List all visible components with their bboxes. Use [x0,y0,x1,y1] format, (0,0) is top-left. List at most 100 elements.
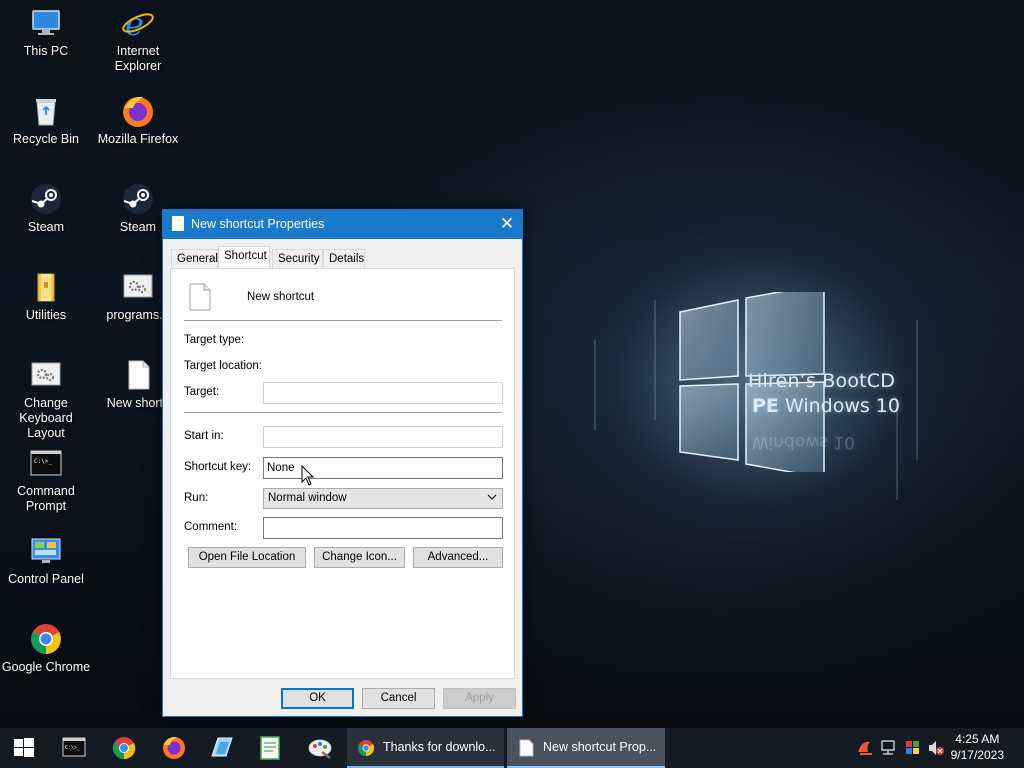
tab-shortcut[interactable]: Shortcut [218,246,270,268]
computer-icon [29,6,63,40]
ok-button[interactable]: OK [281,688,354,709]
run-select-value: Normal window [268,492,347,504]
taskbar-item-chrome-window[interactable]: Thanks for downlo... [347,728,504,768]
cmd-icon: C:\>_ [62,737,86,757]
taskbar-pin-explorer[interactable] [198,728,246,768]
control-panel-icon [29,534,63,568]
advanced-button[interactable]: Advanced... [413,547,503,568]
svg-text:C:\>_: C:\>_ [65,745,81,751]
taskbar-pin-chrome[interactable] [100,728,148,768]
shortcut-tab-panel: New shortcut Target type: Target locatio… [170,268,515,679]
target-location-label: Target location: [184,360,262,372]
taskbar: C:\>_ Thanks for downlo... New shortcut … [0,728,1024,768]
change-icon-button[interactable]: Change Icon... [314,547,405,568]
wallpaper-streak [916,320,918,460]
explorer-icon [211,737,233,757]
blank-file-icon [519,739,534,757]
tab-details[interactable]: Details [323,249,365,268]
folder-icon [29,270,63,304]
desktop-icon-change-keyboard-layout[interactable]: Change Keyboard Layout [0,358,92,441]
start-button[interactable] [0,728,48,768]
taskbar-item-properties-window[interactable]: New shortcut Prop... [507,728,665,768]
firefox-icon [163,736,185,759]
network-utility-icon[interactable] [856,738,874,758]
blank-file-icon [121,358,155,392]
desktop-icon-label: Command Prompt [17,484,75,513]
taskbar-pin-cmd[interactable]: C:\>_ [50,728,98,768]
desktop-icon-google-chrome[interactable]: Google Chrome [0,622,92,675]
notepad-icon [260,736,280,760]
comment-field[interactable] [263,517,503,539]
firefox-icon [121,94,155,128]
paint-icon [308,739,332,759]
wallpaper-title: Hiren’s BootCD [748,370,896,392]
cancel-button[interactable]: Cancel [362,688,435,709]
close-button[interactable]: ✕ [492,210,522,239]
mouse-cursor-icon [301,465,315,486]
desktop-icon-label: Steam [27,220,65,234]
settings-file-icon [29,358,63,392]
target-type-label: Target type: [184,334,245,346]
dialog-title: New shortcut Properties [191,217,325,231]
volume-muted-icon[interactable] [927,738,945,758]
target-label: Target: [184,386,220,398]
desktop-icon-command-prompt[interactable]: C:\>_ Command Prompt [0,446,92,514]
steam-icon [121,182,155,216]
desktop-icon-label: Recycle Bin [13,132,79,146]
shortcut-file-icon [189,283,211,311]
shortcut-key-label: Shortcut key: [184,461,252,473]
desktop-icon-label: Mozilla Firefox [97,132,179,146]
desktop-icon-label: Internet Explorer [114,44,162,73]
start-in-field[interactable] [263,426,503,448]
properties-dialog[interactable]: New shortcut Properties ✕ General Shortc… [162,209,523,717]
dialog-titlebar[interactable]: New shortcut Properties ✕ [163,210,522,239]
wallpaper-streak [654,300,656,420]
desktop-icon-label: Control Panel [8,572,84,586]
desktop-icon-label: Google Chrome [1,660,91,674]
tab-security[interactable]: Security [272,249,323,268]
taskbar-pin-firefox[interactable] [150,728,198,768]
taskbar-pin-notepad[interactable] [246,728,294,768]
desktop-icon-this-pc[interactable]: This PC [0,6,92,59]
chevron-down-icon [486,490,498,507]
tab-general[interactable]: General [171,249,218,268]
shortcut-file-name: New shortcut [247,291,315,303]
chrome-icon [112,737,136,760]
taskbar-item-label: New shortcut Prop... [543,740,657,754]
close-icon: ✕ [499,214,515,233]
desktop-icon-mozilla-firefox[interactable]: Mozilla Firefox [92,94,184,147]
desktop-icon-internet-explorer[interactable]: e Internet Explorer [92,5,184,74]
wallpaper-streak [594,340,596,430]
start-in-label: Start in: [184,430,224,442]
ie-icon: e [121,5,155,43]
separator [184,320,502,321]
svg-text:C:\>_: C:\>_ [34,458,52,465]
open-file-location-button[interactable]: Open File Location [188,547,306,568]
separator [184,412,502,413]
run-label: Run: [184,492,209,504]
network-icon[interactable] [880,738,898,758]
taskbar-pin-paint[interactable] [296,728,344,768]
target-field[interactable] [263,382,503,404]
desktop-icon-utilities[interactable]: Utilities [0,270,92,323]
shortcut-key-field[interactable]: None [263,457,503,479]
desktop-icon-recycle-bin[interactable]: Recycle Bin [0,94,92,147]
steam-icon [29,182,63,216]
run-select[interactable]: Normal window [263,488,503,509]
chrome-icon [357,740,375,757]
wallpaper-subtitle: PE Windows 10 [752,395,900,417]
system-clock[interactable]: 4:25 AM 9/17/2023 [951,731,1004,763]
apply-button[interactable]: Apply [443,688,516,709]
desktop-icon-steam-1[interactable]: Steam [0,182,92,235]
display-settings-icon[interactable] [904,738,922,758]
settings-file-icon [121,270,155,304]
cmd-icon: C:\>_ [29,446,63,480]
clock-date: 9/17/2023 [950,748,1004,762]
taskbar-item-label: Thanks for downlo... [383,740,496,754]
desktop-icon-label: Change Keyboard Layout [19,396,73,440]
document-icon [172,216,184,231]
start-icon [14,738,34,757]
desktop-icon-control-panel[interactable]: Control Panel [0,534,92,587]
recycle-bin-icon [29,94,63,128]
chrome-icon [29,622,63,656]
